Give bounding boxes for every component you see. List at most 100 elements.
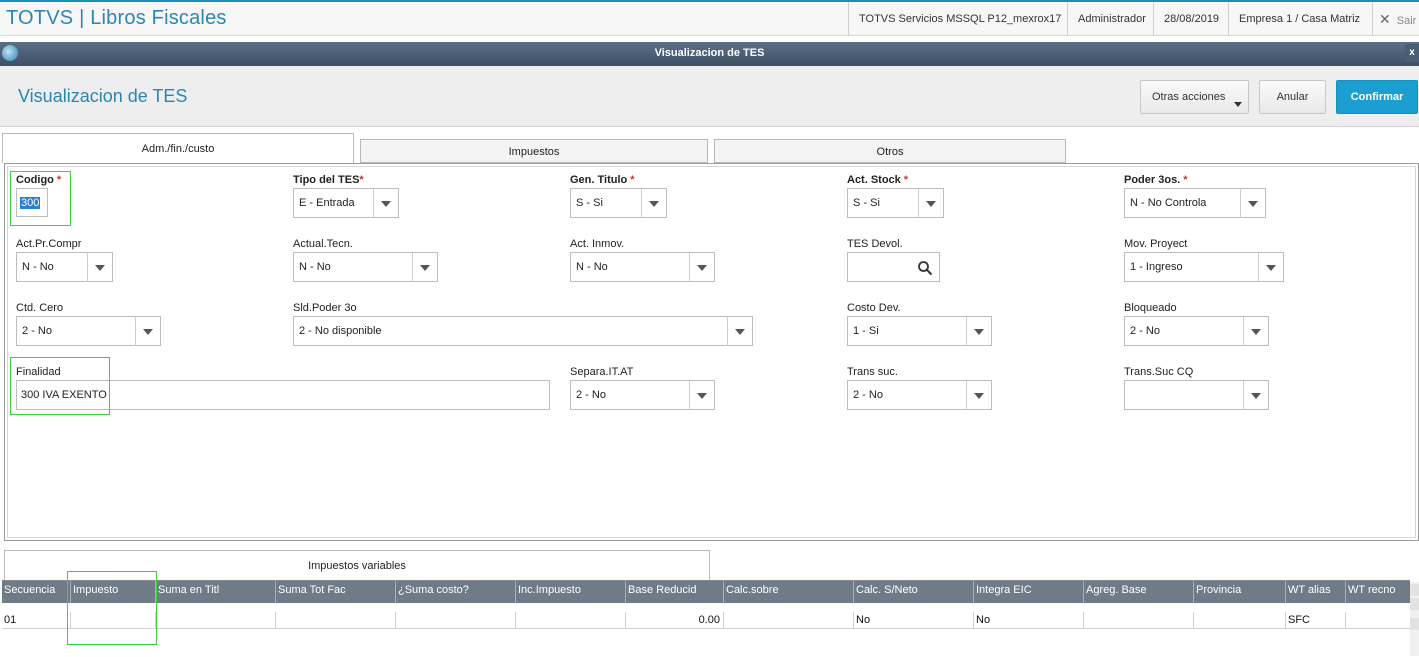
column-header[interactable]: Base Reducid bbox=[626, 581, 724, 603]
chevron-down-icon bbox=[1240, 189, 1265, 217]
column-header[interactable]: Calc. S/Neto bbox=[854, 581, 974, 603]
mov-proyect-select[interactable]: 1 - Ingreso bbox=[1124, 252, 1284, 282]
tab-otros[interactable]: Otros bbox=[714, 139, 1066, 163]
act-inmov-select[interactable]: N - No bbox=[570, 252, 715, 282]
mov-proyect-label: Mov. Proyect bbox=[1124, 238, 1188, 250]
column-header[interactable]: ¿Suma costo? bbox=[396, 581, 516, 603]
tes-devol-field[interactable] bbox=[847, 252, 940, 282]
other-actions-label: Otras acciones bbox=[1152, 91, 1226, 103]
table-cell[interactable]: SFC bbox=[1286, 612, 1346, 629]
column-header[interactable]: WT recno bbox=[1346, 581, 1410, 603]
act-stock-select[interactable]: S - Si bbox=[847, 188, 944, 218]
window-close-icon[interactable]: x bbox=[1405, 44, 1419, 62]
tab-adm-fin-custo[interactable]: Adm./fin./custo bbox=[2, 133, 354, 163]
act-pr-compr-value: N - No bbox=[22, 261, 54, 273]
separa-it-at-label: Separa.IT.AT bbox=[570, 366, 634, 378]
server-info: TOTVS Servicios MSSQL P12_mexrox17 bbox=[848, 2, 1071, 36]
chevron-down-icon bbox=[1234, 102, 1242, 107]
exit-button[interactable]: ✕ Sair bbox=[1372, 2, 1419, 36]
actual-tecn-value: N - No bbox=[299, 261, 331, 273]
date-info[interactable]: 28/08/2019 bbox=[1153, 2, 1229, 36]
separa-it-at-select[interactable]: 2 - No bbox=[570, 380, 715, 410]
tab-impuestos[interactable]: Impuestos bbox=[360, 139, 708, 163]
chevron-down-icon bbox=[1243, 381, 1268, 409]
company-info[interactable]: Empresa 1 / Casa Matriz bbox=[1228, 2, 1370, 36]
column-header[interactable]: Inc.Impuesto bbox=[516, 581, 626, 603]
table-cell[interactable]: 0.00 bbox=[626, 612, 724, 629]
highlight-box bbox=[10, 357, 110, 415]
table-cell[interactable]: No bbox=[854, 612, 974, 629]
scroll-down-icon[interactable] bbox=[1410, 618, 1419, 630]
column-header[interactable]: Secuencia bbox=[2, 581, 71, 603]
column-header[interactable]: Calc.sobre bbox=[724, 581, 854, 603]
column-header[interactable]: Agreg. Base bbox=[1084, 581, 1194, 603]
scroll-top-icon[interactable] bbox=[1410, 584, 1419, 596]
poder-3os-value: N - No Controla bbox=[1130, 197, 1207, 209]
ctd-cero-select[interactable]: 2 - No bbox=[16, 316, 161, 346]
gen-titulo-label: Gen. Titulo * bbox=[570, 174, 635, 186]
table-cell[interactable] bbox=[1084, 612, 1194, 629]
column-header[interactable]: Suma Tot Fac bbox=[276, 581, 396, 603]
app-topbar: TOTVS | Libros Fiscales TOTVS Servicios … bbox=[0, 0, 1419, 36]
mov-proyect-value: 1 - Ingreso bbox=[1130, 261, 1183, 273]
table-cell[interactable] bbox=[276, 612, 396, 629]
act-inmov-value: N - No bbox=[576, 261, 608, 273]
chevron-down-icon bbox=[689, 381, 714, 409]
chevron-down-icon bbox=[689, 253, 714, 281]
bloqueado-select[interactable]: 2 - No bbox=[1124, 316, 1269, 346]
chevron-down-icon bbox=[1258, 253, 1283, 281]
tes-devol-label: TES Devol. bbox=[847, 238, 903, 250]
table-cell[interactable] bbox=[724, 612, 854, 629]
poder-3os-select[interactable]: N - No Controla bbox=[1124, 188, 1266, 218]
gen-titulo-select[interactable]: S - Si bbox=[570, 188, 667, 218]
table-cell[interactable]: No bbox=[974, 612, 1084, 629]
costo-dev-value: 1 - Si bbox=[853, 325, 879, 337]
sld-poder-3o-label: Sld.Poder 3o bbox=[293, 302, 357, 314]
search-icon[interactable] bbox=[917, 260, 933, 276]
column-header[interactable]: Integra EIC bbox=[974, 581, 1084, 603]
column-header[interactable]: WT alias bbox=[1286, 581, 1346, 603]
table-cell[interactable] bbox=[396, 612, 516, 629]
actual-tecn-label: Actual.Tecn. bbox=[293, 238, 353, 250]
column-header[interactable]: Suma en Titl bbox=[156, 581, 276, 603]
actual-tecn-select[interactable]: N - No bbox=[293, 252, 438, 282]
trans-suc-select[interactable]: 2 - No bbox=[847, 380, 992, 410]
tipo-tes-label: Tipo del TES* bbox=[293, 174, 364, 186]
cancel-button[interactable]: Anular bbox=[1259, 80, 1326, 114]
chevron-down-icon bbox=[373, 189, 398, 217]
highlight-box bbox=[10, 171, 71, 226]
other-actions-button[interactable]: Otras acciones bbox=[1140, 80, 1249, 114]
chevron-down-icon bbox=[966, 317, 991, 345]
table-cell[interactable] bbox=[156, 612, 276, 629]
act-pr-compr-select[interactable]: N - No bbox=[16, 252, 113, 282]
costo-dev-select[interactable]: 1 - Si bbox=[847, 316, 992, 346]
trans-suc-cq-label: Trans.Suc CQ bbox=[1124, 366, 1194, 378]
trans-suc-label: Trans suc. bbox=[847, 366, 898, 378]
chevron-down-icon bbox=[918, 189, 943, 217]
grid-scrollbar[interactable] bbox=[1410, 582, 1419, 656]
table-cell[interactable] bbox=[516, 612, 626, 629]
gen-titulo-value: S - Si bbox=[576, 197, 603, 209]
costo-dev-label: Costo Dev. bbox=[847, 302, 901, 314]
exit-label: Sair bbox=[1396, 15, 1417, 27]
scroll-up-icon[interactable] bbox=[1410, 598, 1419, 610]
page-header: Visualizacion de TES Otras acciones Anul… bbox=[0, 66, 1419, 127]
sld-poder-3o-select[interactable]: 2 - No disponible bbox=[293, 316, 753, 346]
table-cell[interactable] bbox=[1346, 612, 1410, 629]
bloqueado-value: 2 - No bbox=[1130, 325, 1160, 337]
sld-poder-3o-value: 2 - No disponible bbox=[299, 325, 382, 337]
user-info[interactable]: Administrador bbox=[1067, 2, 1156, 36]
grid-header: Secuencia Impuesto Suma en Titl Suma Tot… bbox=[2, 581, 1410, 603]
chevron-down-icon bbox=[966, 381, 991, 409]
chevron-down-icon bbox=[727, 317, 752, 345]
table-cell[interactable] bbox=[1194, 612, 1286, 629]
impuestos-grid: Secuencia Impuesto Suma en Titl Suma Tot… bbox=[2, 580, 1410, 657]
column-header[interactable]: Provincia bbox=[1194, 581, 1286, 603]
tipo-tes-select[interactable]: E - Entrada bbox=[293, 188, 399, 218]
confirm-button[interactable]: Confirmar bbox=[1336, 80, 1418, 114]
ctd-cero-label: Ctd. Cero bbox=[16, 302, 64, 314]
separa-it-at-value: 2 - No bbox=[576, 389, 606, 401]
tipo-tes-value: E - Entrada bbox=[299, 197, 355, 209]
trans-suc-cq-select[interactable] bbox=[1124, 380, 1269, 410]
table-cell[interactable]: 01 bbox=[2, 612, 71, 629]
